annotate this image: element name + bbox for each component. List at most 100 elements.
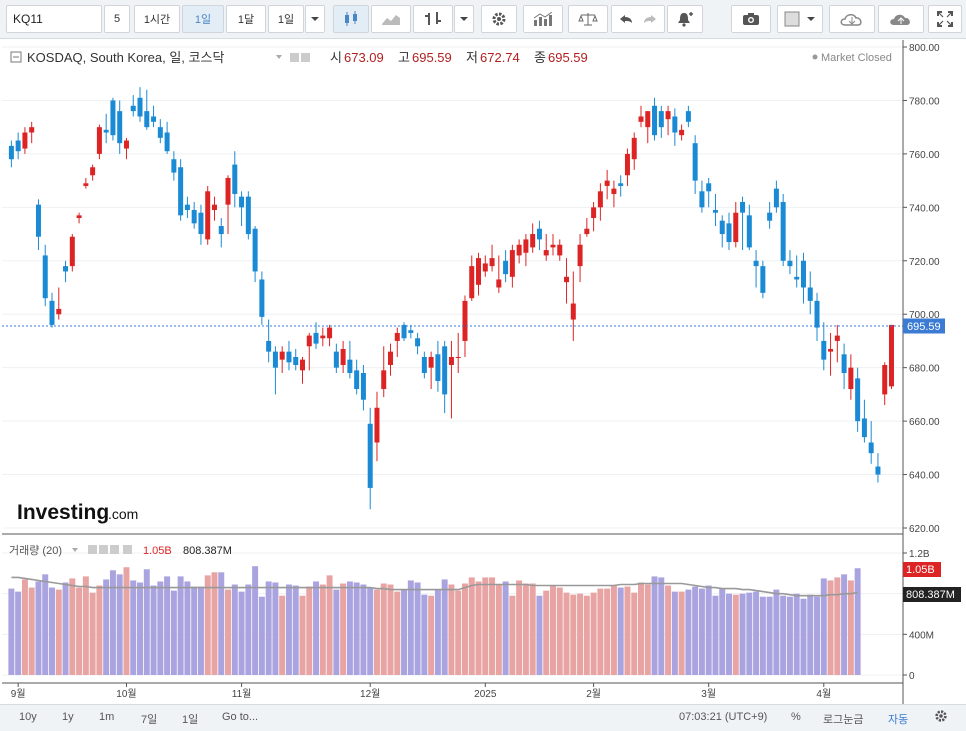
percent-scale-button[interactable]: % (791, 711, 801, 723)
volume-bar (428, 595, 435, 675)
candle-body (638, 116, 644, 122)
price-tick-label: 720.00 (909, 257, 940, 268)
volume-bar (130, 580, 137, 675)
candle-body (557, 244, 563, 256)
candle-body (117, 111, 123, 144)
volume-visibility-icon[interactable] (99, 545, 108, 554)
candle-body (462, 300, 468, 341)
candle-body (198, 212, 204, 235)
candle-body (259, 279, 265, 317)
volume-bar (191, 586, 198, 675)
volume-settings-icon[interactable] (88, 545, 97, 554)
investing-logo: Investing (17, 501, 109, 524)
open-label: 시 (330, 50, 342, 65)
log-scale-button[interactable]: 로그눈금 (823, 711, 863, 727)
ohlc-bar-chart-icon[interactable] (413, 5, 453, 33)
volume-bar (35, 581, 42, 675)
compare-scale-icon[interactable] (568, 5, 608, 33)
candle-body (746, 215, 752, 248)
cloud-load-icon[interactable] (829, 5, 875, 33)
price-tick-label: 620.00 (909, 524, 940, 535)
area-chart-icon[interactable] (371, 5, 411, 33)
candle-body (855, 378, 861, 422)
goto-button[interactable]: Go to... (222, 711, 258, 723)
auto-scale-button[interactable]: 자동 (888, 711, 908, 727)
interval-1h-button[interactable]: 1시간 (134, 5, 180, 33)
volume-more-icon[interactable] (123, 545, 132, 554)
candle-body (516, 244, 522, 256)
volume-tick-label: 400M (909, 630, 934, 641)
candle-body (320, 335, 326, 339)
candle-body (570, 303, 576, 320)
redo-icon[interactable] (642, 13, 658, 25)
volume-bar (157, 581, 164, 675)
indicators-icon[interactable] (523, 5, 563, 33)
range-1y-button[interactable]: 1y (62, 711, 74, 723)
volume-bar (617, 587, 624, 675)
candle-body (421, 356, 427, 374)
range-1d-button[interactable]: 1일 (182, 711, 198, 727)
volume-bar (753, 591, 760, 675)
chart-type-chevron-down-icon[interactable] (454, 5, 474, 33)
volume-close-icon[interactable] (110, 545, 119, 554)
legend-close-icon[interactable] (301, 53, 310, 62)
undo-icon[interactable] (618, 13, 634, 25)
candle-body (469, 266, 475, 299)
candle-body (665, 111, 671, 120)
candle-body (550, 244, 556, 248)
candle-body (49, 300, 55, 325)
volume-bar (340, 583, 347, 675)
volume-bar (604, 588, 611, 675)
time-tick-label: 4월 (816, 688, 831, 700)
candle-body (252, 228, 258, 272)
price-tick-label: 640.00 (909, 471, 940, 482)
interval-1mo-button[interactable]: 1달 (226, 5, 266, 33)
color-picker-button[interactable] (777, 5, 823, 33)
symbol-input[interactable]: KQ11 (6, 5, 102, 33)
volume-bar (407, 580, 414, 675)
legend-settings-icon[interactable] (290, 53, 299, 62)
range-10y-button[interactable]: 10y (19, 711, 37, 723)
range-1m-button[interactable]: 1m (99, 711, 114, 723)
settings-gear-icon[interactable] (934, 709, 948, 726)
volume-bar (489, 577, 496, 675)
interval-chevron-down-icon[interactable] (305, 5, 325, 33)
volume-bar (252, 566, 259, 675)
range-7d-button[interactable]: 7일 (141, 711, 157, 727)
candle-body (530, 234, 536, 248)
candle-body (35, 204, 41, 237)
clock-time[interactable]: 07:03:21 (UTC+9) (679, 711, 767, 723)
volume-ma-label: 808.387M (906, 589, 955, 601)
volume-bar (272, 582, 279, 675)
volume-bar (502, 581, 509, 675)
high-label: 고 (398, 50, 410, 65)
candlestick-chart-icon[interactable] (333, 5, 369, 33)
volume-bar (299, 595, 306, 675)
candle-body (374, 407, 380, 443)
interval-input[interactable]: 5 (104, 5, 130, 33)
instrument-title: KOSDAQ, South Korea, 일, 코스닥 (27, 50, 224, 65)
candle-body (584, 228, 590, 235)
candle-body (245, 196, 251, 235)
settings-gear-icon[interactable] (481, 5, 517, 33)
candle-body (489, 258, 495, 267)
candle-body (645, 111, 651, 128)
chart-area[interactable]: 800.00 780.00 760.00 740.00 720.00 700.00 680.… (2, 40, 964, 704)
low-label: 저 (466, 50, 478, 65)
candle-body (151, 116, 157, 122)
interval-1d-button[interactable]: 1일 (182, 5, 224, 33)
candle-body (15, 140, 21, 152)
candle-body (408, 330, 414, 333)
candle-body (631, 137, 637, 160)
interval-dropdown-value[interactable]: 1일 (268, 5, 304, 33)
candle-body (266, 340, 272, 352)
alert-bell-icon[interactable] (667, 5, 703, 33)
camera-snapshot-icon[interactable] (731, 5, 771, 33)
cloud-save-icon[interactable] (878, 5, 924, 33)
volume-bar (793, 593, 800, 675)
volume-bar (814, 596, 820, 675)
candle-body (685, 111, 691, 122)
fullscreen-icon[interactable] (928, 5, 962, 33)
volume-bar (414, 582, 421, 675)
candle-body (773, 188, 779, 208)
